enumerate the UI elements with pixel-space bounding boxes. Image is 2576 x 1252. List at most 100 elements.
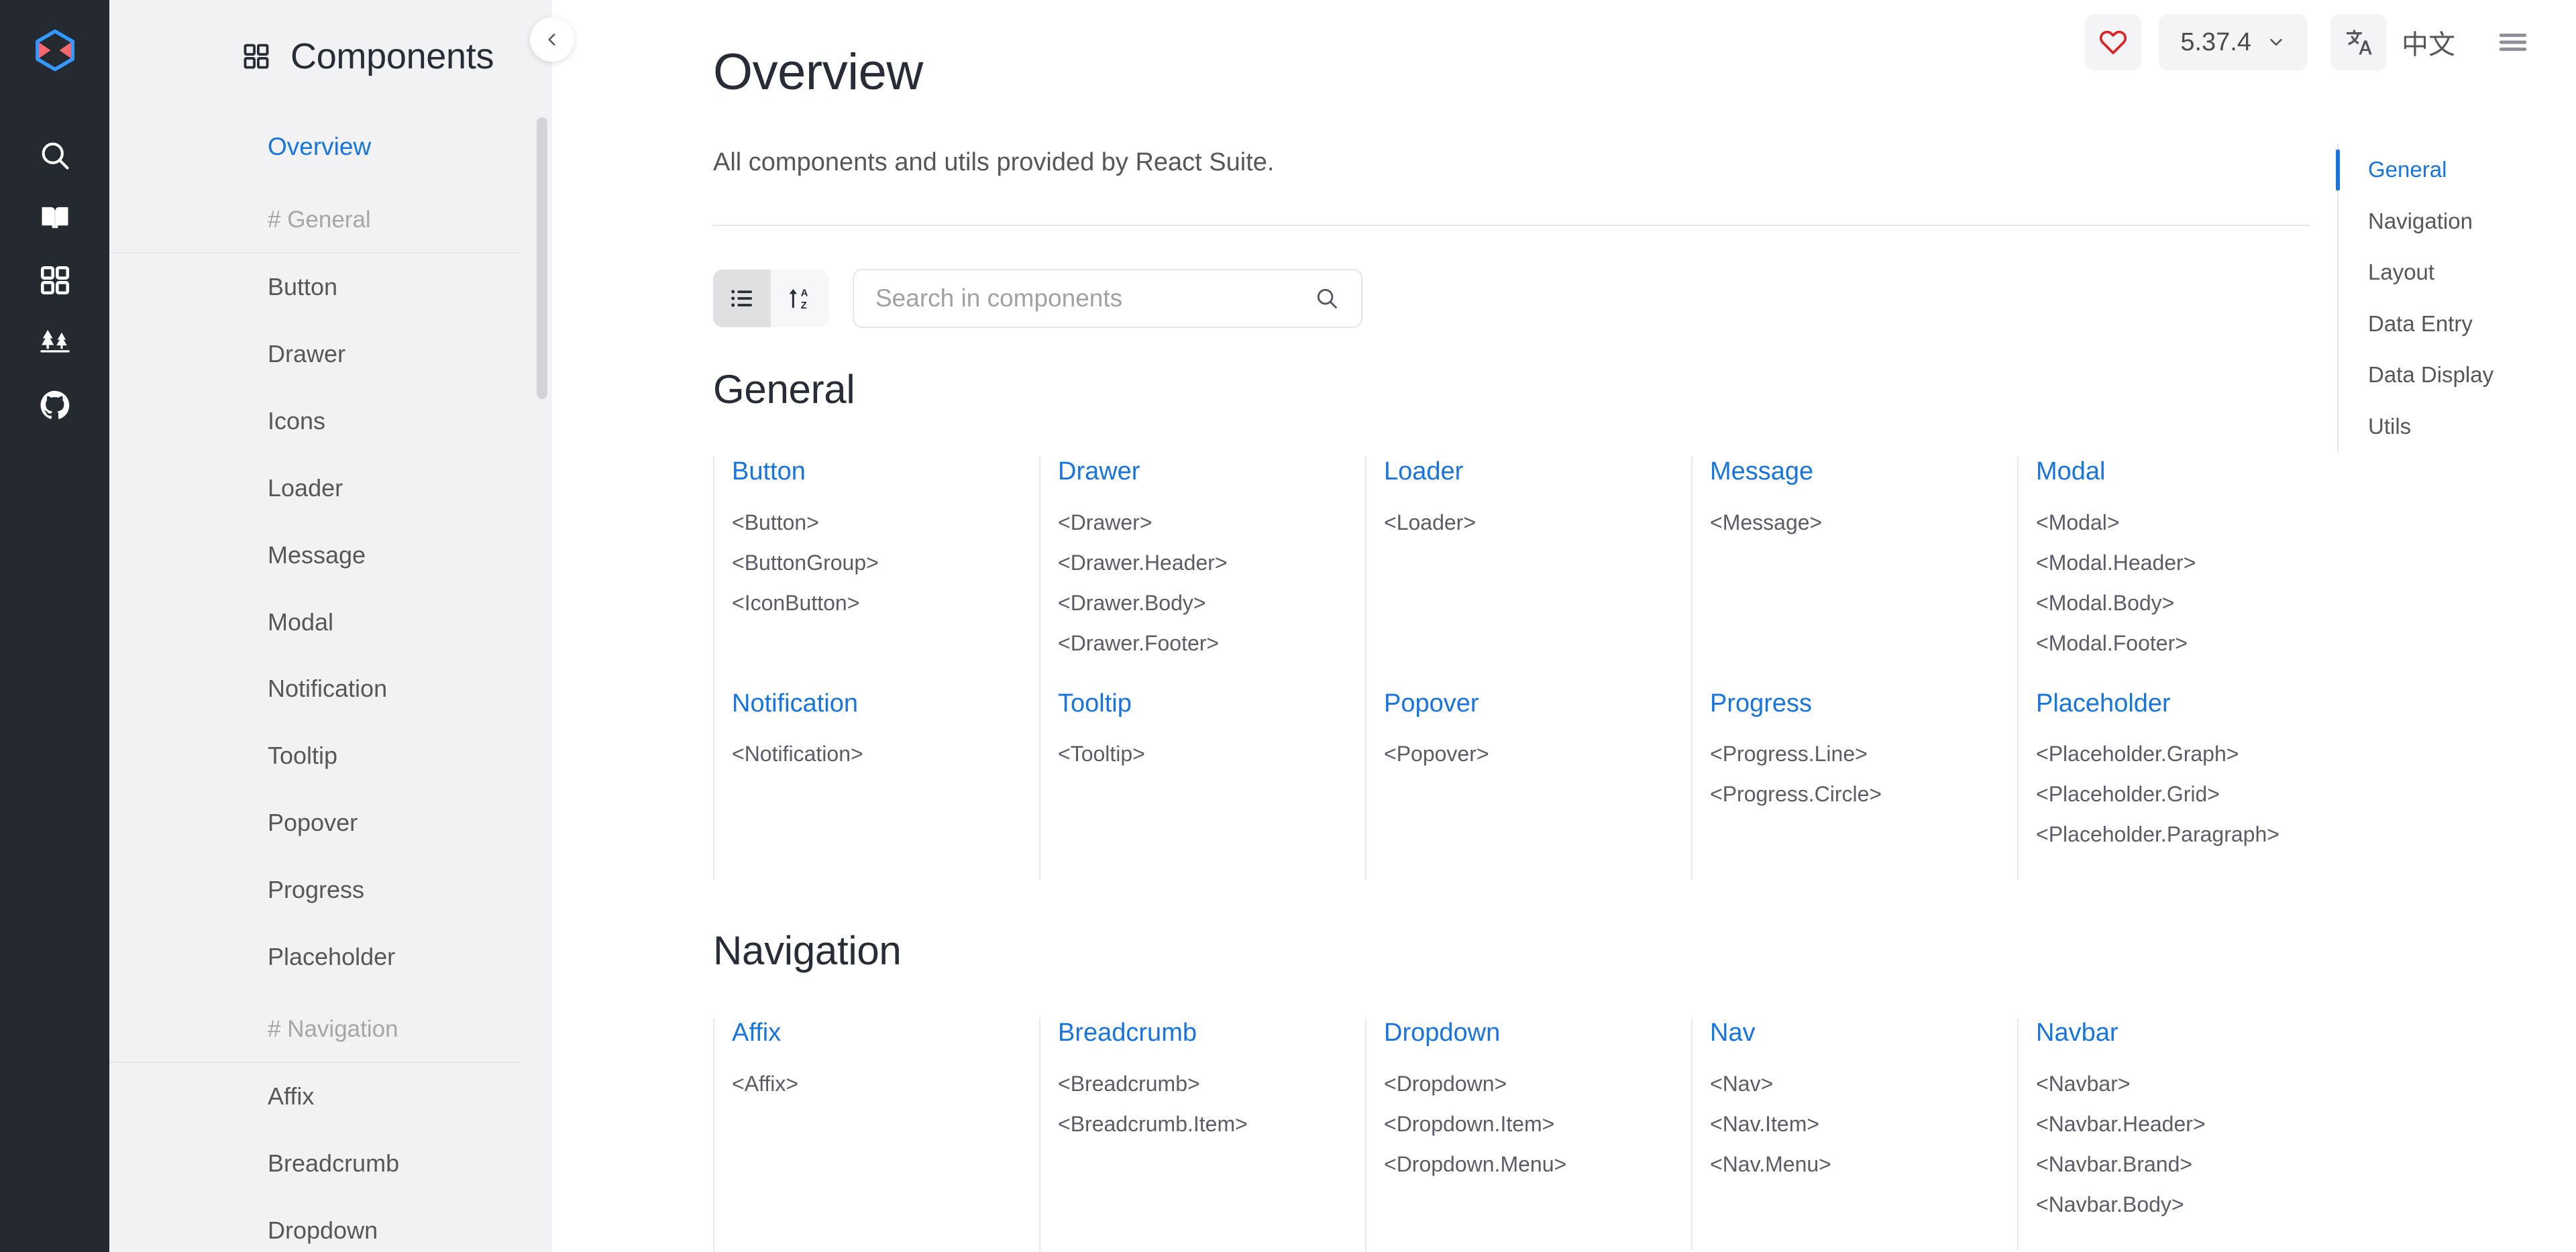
sponsor-button[interactable] (2085, 14, 2141, 70)
search-icon (1314, 286, 1340, 311)
sidebar-header: Components (109, 0, 552, 80)
rail-github[interactable] (23, 374, 87, 436)
component-tag: <Popover> (1384, 743, 1678, 764)
svg-text:A: A (801, 288, 808, 299)
rail-guide[interactable] (23, 187, 87, 249)
component-link-loader[interactable]: Loader (1384, 457, 1678, 488)
component-tag: <Drawer> (1058, 512, 1352, 533)
component-link-placeholder[interactable]: Placeholder (2036, 689, 2330, 720)
grid-icon (38, 264, 72, 297)
component-link-nav[interactable]: Nav (1710, 1018, 2004, 1049)
rail-resources[interactable] (23, 312, 87, 374)
sort-alpha-button[interactable]: A Z (771, 270, 828, 327)
toc-item-navigation[interactable]: Navigation (2339, 196, 2538, 247)
component-tag: <Nav.Item> (1710, 1113, 2004, 1135)
sidebar-item-tooltip[interactable]: Tooltip (109, 722, 552, 789)
component-card-affix: Affix <Affix> (713, 1018, 1039, 1250)
sidebar-item-placeholder[interactable]: Placeholder (109, 923, 552, 990)
sidebar-item-popover[interactable]: Popover (109, 789, 552, 856)
sidebar-item-notification[interactable]: Notification (109, 655, 552, 722)
sidebar-group-title: # General (109, 193, 521, 253)
component-card-loader: Loader <Loader> (1365, 457, 1691, 689)
component-link-popover[interactable]: Popover (1384, 689, 1678, 720)
component-link-drawer[interactable]: Drawer (1058, 457, 1352, 488)
component-card-progress: Progress <Progress.Line> <Progress.Circl… (1691, 689, 2017, 880)
sidebar-item-dropdown[interactable]: Dropdown (109, 1197, 552, 1252)
icon-rail (0, 0, 109, 1252)
component-tag: <Message> (1710, 512, 2004, 533)
component-link-navbar[interactable]: Navbar (2036, 1018, 2330, 1049)
sidebar-item-affix[interactable]: Affix (109, 1063, 552, 1130)
component-link-button[interactable]: Button (732, 457, 1026, 488)
components-toolbar: A Z (713, 269, 2576, 328)
sidebar-nav: Overview # General Button Drawer Icons L… (109, 101, 552, 1252)
component-link-tooltip[interactable]: Tooltip (1058, 689, 1352, 720)
version-select[interactable]: 5.37.4 (2159, 14, 2308, 70)
list-view-button[interactable] (713, 270, 771, 327)
sidebar-item-overview[interactable]: Overview (109, 101, 552, 193)
component-tag: <Modal.Body> (2036, 592, 2330, 614)
component-tag: <Modal> (2036, 512, 2330, 533)
search-components-box[interactable] (853, 269, 1362, 328)
doc-subtitle: All components and utils provided by Rea… (713, 145, 2576, 180)
heart-icon (2098, 27, 2129, 58)
page-title: Components (290, 38, 494, 74)
search-input[interactable] (875, 284, 1314, 312)
react-suite-logo-mark (32, 27, 78, 74)
component-tag: <Modal.Footer> (2036, 632, 2330, 654)
toc-item-layout[interactable]: Layout (2339, 247, 2538, 298)
sidebar-item-button[interactable]: Button (109, 253, 552, 321)
sidebar-item-progress[interactable]: Progress (109, 856, 552, 923)
sidebar-group-navigation: # Navigation Affix Breadcrumb Dropdown (109, 990, 552, 1252)
sidebar-item-message[interactable]: Message (109, 522, 552, 589)
component-tag: <Nav.Menu> (1710, 1153, 2004, 1175)
component-tag: <Affix> (732, 1073, 1026, 1094)
component-tag: <Dropdown.Item> (1384, 1113, 1678, 1135)
toc-item-data-display[interactable]: Data Display (2339, 349, 2538, 401)
component-link-affix[interactable]: Affix (732, 1018, 1026, 1049)
component-link-message[interactable]: Message (1710, 457, 2004, 488)
component-card-navbar: Navbar <Navbar> <Navbar.Header> <Navbar.… (2017, 1018, 2343, 1250)
sidebar-item-breadcrumb[interactable]: Breadcrumb (109, 1130, 552, 1197)
component-card-modal: Modal <Modal> <Modal.Header> <Modal.Body… (2017, 457, 2343, 689)
book-icon (38, 201, 72, 235)
grid-icon (241, 41, 272, 72)
toc-item-utils[interactable]: Utils (2339, 401, 2538, 453)
component-card-tooltip: Tooltip <Tooltip> (1039, 689, 1365, 880)
component-tag: <Tooltip> (1058, 743, 1352, 764)
sidebar-item-icons[interactable]: Icons (109, 388, 552, 455)
chevron-left-icon (543, 31, 561, 48)
component-link-modal[interactable]: Modal (2036, 457, 2330, 488)
list-view-icon (729, 285, 755, 312)
component-card-breadcrumb: Breadcrumb <Breadcrumb> <Breadcrumb.Item… (1039, 1018, 1365, 1250)
rail-components[interactable] (23, 249, 87, 311)
component-tag: <Notification> (732, 743, 1026, 764)
hamburger-menu-button[interactable] (2487, 17, 2538, 68)
component-tag: <Navbar.Header> (2036, 1113, 2330, 1135)
rail-search[interactable] (23, 125, 87, 186)
language-label: 中文 (2392, 23, 2465, 62)
component-link-progress[interactable]: Progress (1710, 689, 2004, 720)
sidebar-scrollbar[interactable] (537, 117, 547, 399)
component-grid-navigation: Affix <Affix> Breadcrumb <Breadcrumb> <B… (713, 1018, 2576, 1252)
component-link-breadcrumb[interactable]: Breadcrumb (1058, 1018, 1352, 1049)
github-icon (38, 388, 72, 422)
component-link-dropdown[interactable]: Dropdown (1384, 1018, 1678, 1049)
sidebar: Components Overview # General Button Dra… (109, 0, 552, 1252)
sidebar-item-loader[interactable]: Loader (109, 455, 552, 522)
toc-item-data-entry[interactable]: Data Entry (2339, 298, 2538, 350)
language-switch[interactable]: 中文 (2330, 14, 2465, 70)
component-grid-general: Button <Button> <ButtonGroup> <IconButto… (713, 457, 2576, 880)
toc-item-general[interactable]: General (2339, 144, 2538, 196)
sidebar-item-modal[interactable]: Modal (109, 589, 552, 656)
sidebar-item-drawer[interactable]: Drawer (109, 321, 552, 388)
react-suite-logo[interactable] (29, 24, 81, 76)
component-tag: <Navbar> (2036, 1073, 2330, 1094)
spacer (713, 880, 2576, 931)
component-card-dropdown: Dropdown <Dropdown> <Dropdown.Item> <Dro… (1365, 1018, 1691, 1250)
sidebar-group-title: # Navigation (109, 990, 521, 1063)
sort-alpha-icon: A Z (786, 285, 813, 312)
component-card-message: Message <Message> (1691, 457, 2017, 689)
sidebar-collapse-button[interactable] (530, 17, 574, 62)
component-link-notification[interactable]: Notification (732, 689, 1026, 720)
